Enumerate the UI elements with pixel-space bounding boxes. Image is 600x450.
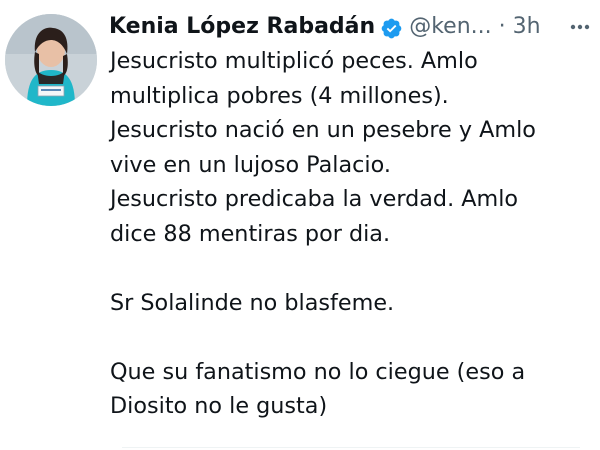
verified-badge-icon xyxy=(380,17,403,40)
tweet-text-line: dice 88 mentiras por dia. xyxy=(110,220,391,247)
tweet-text-line: Diosito no le gusta) xyxy=(110,393,328,419)
tweet-text-line: Jesucristo nació en un pesebre y Amlo xyxy=(110,117,536,143)
tweet-text-line: multiplica pobres (4 millones). xyxy=(110,82,449,109)
author-name[interactable]: Kenia López Rabadán xyxy=(109,12,375,42)
tweet-text: Jesucristo multiplicó peces. Amlo multip… xyxy=(110,44,580,424)
tweet-text-line: Que su fanatismo no lo ciegue (eso a xyxy=(110,358,526,385)
author-avatar[interactable] xyxy=(5,14,97,106)
more-options-icon[interactable] xyxy=(566,14,594,40)
divider xyxy=(122,447,580,448)
tweet-text-line: Jesucristo multiplicó peces. Amlo xyxy=(110,48,478,74)
tweet-text-line: vive en un lujoso Palacio. xyxy=(110,151,391,178)
tweet-text-line: Jesucristo predicaba la verdad. Amlo xyxy=(110,186,519,212)
tweet-timestamp[interactable]: 3h xyxy=(513,12,541,42)
tweet-header: Kenia López Rabadán @ken... · 3h xyxy=(109,10,541,44)
avatar-photo xyxy=(5,14,97,106)
header-separator: · xyxy=(498,14,506,39)
tweet[interactable]: Kenia López Rabadán @ken... · 3h Jesucri… xyxy=(0,0,600,450)
author-handle[interactable]: @ken... xyxy=(409,12,491,42)
tweet-text-line: Sr Solalinde no blasfeme. xyxy=(110,289,395,316)
